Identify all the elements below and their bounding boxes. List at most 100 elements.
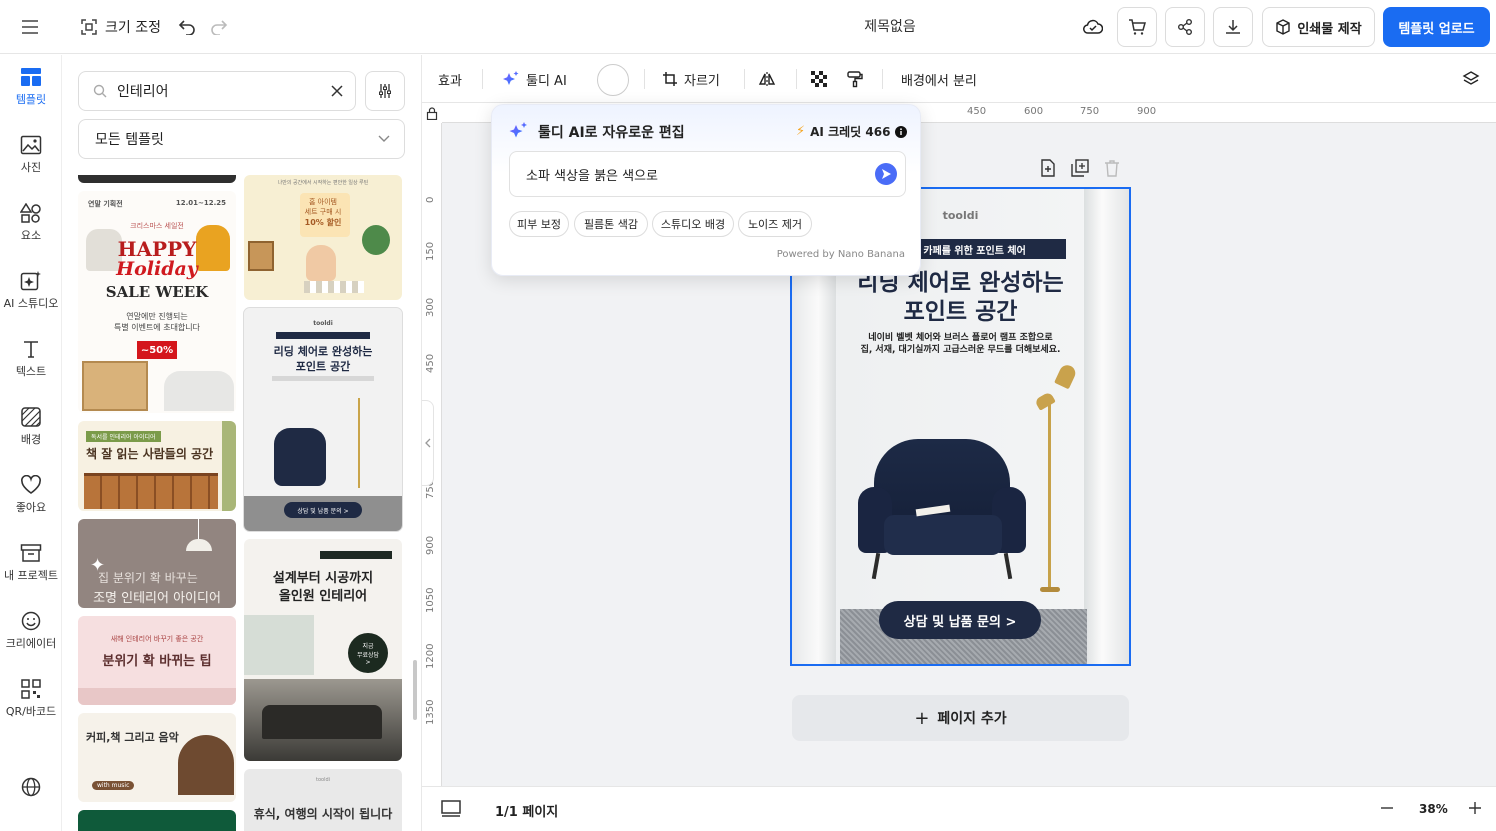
art-photo xyxy=(244,615,314,675)
thumb-text: 커피,책 그리고 음악 xyxy=(86,731,179,744)
thumb-text: 분위기 확 바뀌는 팁 xyxy=(102,654,212,669)
template-thumb-lighting[interactable]: ✦ 집 분위기 확 바꾸는 조명 인테리어 아이디어 xyxy=(78,519,236,608)
top-bar: 크기 조정 제목없음 인쇄물 제작 템플릿 업로드 xyxy=(0,0,1496,54)
duplicate-icon[interactable] xyxy=(1070,158,1090,178)
template-thumb-home-item[interactable]: 나만의 공간에서 시작하는 편안한 일상 루틴 홈 아이템 세트 구매 시 10… xyxy=(244,175,402,300)
chip-noise-remove[interactable]: 노이즈 제거 xyxy=(738,211,812,237)
thumb-text: 조명 인테리어 아이디어 xyxy=(93,591,221,606)
template-thumb-all-in-one[interactable]: 설계부터 시공까지 올인원 인테리어 지금 무료상담 > xyxy=(244,539,402,761)
rail-item-qr[interactable]: QR/바코드 xyxy=(0,679,62,741)
tooldi-ai-button[interactable]: 툴디 AI xyxy=(502,55,567,103)
share-icon xyxy=(1176,18,1194,36)
desc-line xyxy=(272,376,374,381)
side-rail: 템플릿 사진 요소 AI 스튜디오 텍스트 배경 좋아요 내 프로젝트 크리에이… xyxy=(0,55,62,831)
template-thumb-coffee-music[interactable]: 커피,책 그리고 음악 with music xyxy=(78,713,236,802)
thumb-text: 포인트 공간 xyxy=(295,360,351,373)
search-input[interactable] xyxy=(117,83,331,99)
paint-roller-button[interactable] xyxy=(846,55,864,103)
globe-icon[interactable] xyxy=(19,775,43,799)
chair-photo xyxy=(178,735,234,795)
rail-item-background[interactable]: 배경 xyxy=(0,407,62,469)
resize-button[interactable]: 크기 조정 xyxy=(80,12,161,42)
rail-item-ai-studio[interactable]: AI 스튜디오 xyxy=(0,271,62,333)
cart-button[interactable] xyxy=(1117,7,1157,47)
share-button[interactable] xyxy=(1165,7,1205,47)
redo-icon[interactable] xyxy=(208,14,230,40)
rail-item-elements[interactable]: 요소 xyxy=(0,203,62,265)
chip-studio-bg[interactable]: 스튜디오 배경 xyxy=(652,211,734,237)
rail-item-photo[interactable]: 사진 xyxy=(0,135,62,197)
filter-button[interactable] xyxy=(365,71,405,111)
rug-graphic xyxy=(304,281,364,293)
thumb-text: with music xyxy=(92,781,135,790)
add-page-button[interactable]: + 페이지 추가 xyxy=(792,695,1129,741)
panel-collapse-handle[interactable] xyxy=(422,400,434,486)
download-button[interactable] xyxy=(1213,7,1253,47)
rail-item-my-projects[interactable]: 내 프로젝트 xyxy=(0,543,62,605)
rail-item-template[interactable]: 템플릿 xyxy=(0,67,62,129)
template-thumb-travel[interactable]: tooldi 휴식, 여행의 시작이 됩니다 xyxy=(244,769,402,831)
chip-skin-retouch[interactable]: 피부 보정 xyxy=(509,211,569,237)
template-thumb-partial[interactable] xyxy=(78,810,236,831)
dresser-graphic xyxy=(82,361,148,411)
zoom-out-icon[interactable] xyxy=(1380,801,1394,815)
ruler-label: 450 xyxy=(425,353,436,373)
zoom-in-icon[interactable] xyxy=(1468,801,1482,815)
photo-icon xyxy=(20,135,42,155)
tooldi-ai-label: 툴디 AI xyxy=(526,73,567,89)
rail-label: 내 프로젝트 xyxy=(3,569,59,582)
divider xyxy=(644,69,645,89)
ai-prompt-input[interactable] xyxy=(526,166,875,182)
template-thumb-mood-tips[interactable]: 새해 인테리어 바꾸기 좋은 공간 분위기 확 바뀌는 팁 xyxy=(78,616,236,705)
crop-button[interactable]: 자르기 xyxy=(662,55,720,103)
consult-badge: 지금 무료상담 > xyxy=(348,633,388,673)
info-icon[interactable] xyxy=(895,125,908,138)
page-count: 1/1 페이지 xyxy=(495,805,559,820)
panel-scrollbar[interactable] xyxy=(413,660,417,720)
template-thumb-reading-chair[interactable]: tooldi 리딩 체어로 완성하는 포인트 공간 상담 및 납품 문의 > xyxy=(243,307,403,532)
rail-item-creator[interactable]: 크리에이터 xyxy=(0,611,62,673)
search-box xyxy=(78,71,356,111)
add-page-label: 페이지 추가 xyxy=(937,711,1007,727)
banner-bar xyxy=(320,551,392,559)
bg-remove-label: 배경에서 분리 xyxy=(901,73,977,89)
thumb-text: SALE WEEK xyxy=(105,283,209,301)
lamp-graphic xyxy=(186,539,212,551)
paint-roller-icon xyxy=(846,70,864,88)
template-panel: 모든 템플릿 연말 기획전 12.01~12.25 크리스마스 세일전 HAPP… xyxy=(62,55,422,831)
discount-badge: ~50% xyxy=(137,341,177,359)
template-upload-button[interactable]: 템플릿 업로드 xyxy=(1383,7,1490,47)
template-thumb-bookshelf[interactable]: 독서를 인테리어 아이디어 책 잘 읽는 사람들의 공간 xyxy=(78,421,236,511)
cloud-sync-icon[interactable] xyxy=(1082,16,1104,38)
effects-button[interactable]: 효과 xyxy=(438,55,462,103)
bg-remove-button[interactable]: 배경에서 분리 xyxy=(901,55,977,103)
template-thumb-partial[interactable] xyxy=(78,175,236,183)
cart-icon xyxy=(1128,18,1146,36)
page-view-icon[interactable] xyxy=(440,799,462,819)
zoom-level[interactable]: 38% xyxy=(1419,802,1448,816)
rail-item-text[interactable]: 텍스트 xyxy=(0,339,62,401)
send-icon[interactable] xyxy=(875,163,897,185)
tooldi-ai-popup: 툴디 AI로 자유로운 편집 ⚡ AI 크레딧 466 피부 보정 필름톤 색감… xyxy=(491,104,921,276)
sofa-graphic xyxy=(164,371,234,411)
template-thumb-holiday[interactable]: 연말 기획전 12.01~12.25 크리스마스 세일전 HAPPY Holid… xyxy=(78,191,236,413)
layers-button[interactable] xyxy=(1462,55,1480,103)
document-title[interactable]: 제목없음 xyxy=(840,16,940,36)
flip-button[interactable] xyxy=(758,55,776,103)
menu-icon[interactable] xyxy=(14,12,46,42)
undo-icon[interactable] xyxy=(176,14,198,40)
transparency-button[interactable] xyxy=(810,55,828,103)
trash-icon[interactable] xyxy=(1102,158,1122,178)
lock-icon[interactable] xyxy=(422,103,442,123)
print-order-button[interactable]: 인쇄물 제작 xyxy=(1262,7,1375,47)
wall-right xyxy=(1084,189,1129,664)
chip-film-tone[interactable]: 필름톤 색감 xyxy=(574,211,648,237)
layers-icon xyxy=(1462,70,1480,88)
color-swatch[interactable] xyxy=(597,64,629,96)
thumb-text: 12.01~12.25 xyxy=(175,199,226,207)
category-select[interactable]: 모든 템플릿 xyxy=(78,119,405,159)
clear-icon[interactable] xyxy=(331,85,343,97)
add-page-icon[interactable] xyxy=(1038,158,1058,178)
rail-item-likes[interactable]: 좋아요 xyxy=(0,475,62,537)
person-graphic xyxy=(306,245,336,281)
